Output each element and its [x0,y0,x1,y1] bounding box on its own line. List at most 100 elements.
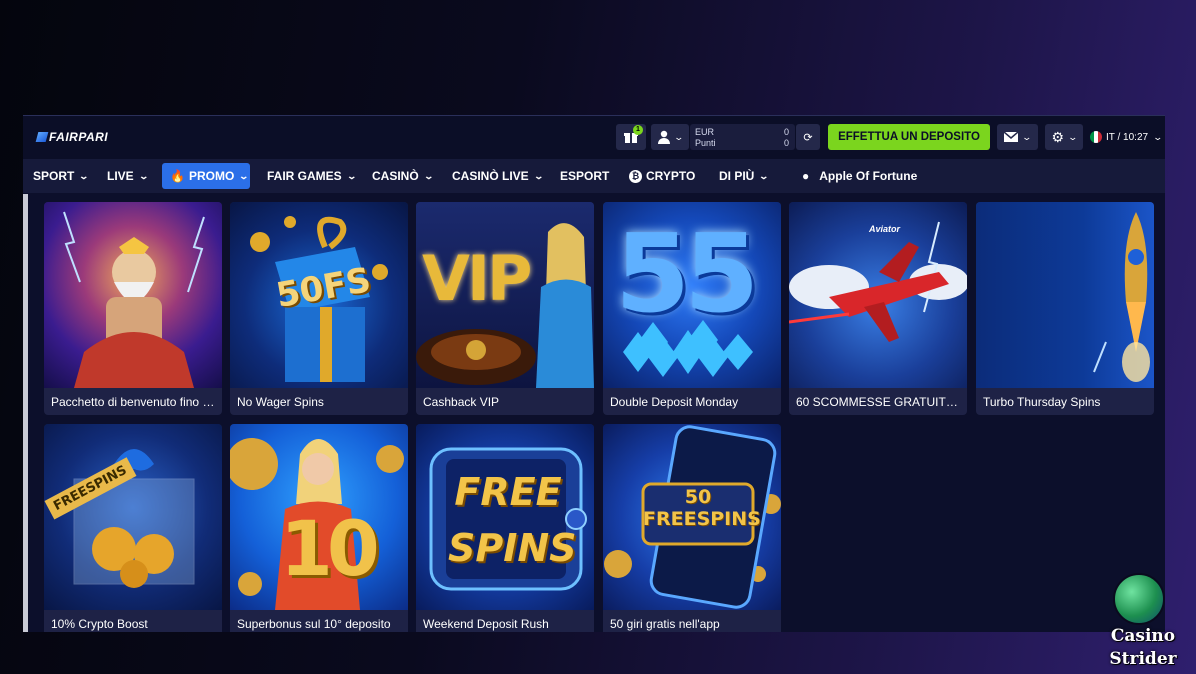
promo-image-app-spins: 50 FREESPINS [603,424,781,610]
top-bar: FAIRPARI 1 ⌄ EUR Punti 0 0 ⟳ EFFETTUA UN… [23,116,1165,159]
nav-di-piu[interactable]: DI PIÙ ⌄ [711,163,776,189]
nav-live[interactable]: LIVE ⌄ [99,163,155,189]
settings-button[interactable]: ⚙ ⌄ [1045,124,1083,150]
chevron-down-icon: ⌄ [346,170,357,181]
nav-label: SPORT [33,169,75,183]
fire-icon: 🔥 [170,169,185,183]
chevron-down-icon: ⌄ [238,170,250,181]
logo-mark-icon [35,132,49,142]
gift-badge: 1 [633,125,643,135]
promo-image-vip: VIP [416,202,594,388]
refresh-balance-button[interactable]: ⟳ [796,124,820,150]
chevron-down-icon: ⌄ [78,170,90,181]
user-icon [658,130,671,144]
promo-image-weekend-rush: FREE SPINS [416,424,594,610]
promo-title: 60 SCOMMESSE GRATUITE DI AVIATOR [796,395,961,409]
promo-art-text: VIP [422,242,532,315]
refresh-icon: ⟳ [803,131,813,144]
globe-icon [1113,573,1165,625]
nav-casino[interactable]: CASINÒ ⌄ [364,163,440,189]
language-time-text: IT / 10:27 [1106,131,1149,143]
chevron-down-icon: ⌄ [1067,131,1079,142]
main-nav: SPORT ⌄ LIVE ⌄ 🔥 PROMO ⌄ FAIR GAMES ⌄ CASINÒ ⌄… [23,159,1165,193]
promo-art-text: FREE SPINS [448,470,577,570]
points-label: Punti [695,138,716,148]
points-value: 0 [783,138,789,148]
promo-title: Superbonus sul 10° deposito [237,617,391,631]
logo-text: FAIRPARI [49,130,109,144]
promo-title: Weekend Deposit Rush [423,617,549,631]
envelope-icon [1004,132,1019,142]
promo-image-crypto-boost: FREESPINS [44,424,222,610]
fairpari-logo[interactable]: FAIRPARI [35,130,109,144]
nav-apple-of-fortune[interactable]: ● Apple Of Fortune [790,163,925,189]
nav-label: LIVE [107,169,134,183]
deposit-button[interactable]: EFFETTUA UN DEPOSITO [828,124,990,150]
promo-title: No Wager Spins [237,395,324,409]
nav-label: CRYPTO [646,169,696,183]
nav-label: FAIR GAMES [267,169,342,183]
promo-card[interactable]: Pacchetto di benvenuto fino a 4.000€ + 2… [44,202,222,415]
balance-value: 0 [783,127,789,137]
promo-card[interactable]: FREE SPINS Weekend Deposit Rush [416,424,594,632]
promo-card[interactable]: 55 Double Deposit Monday [603,202,781,415]
nav-label: CASINÒ LIVE [452,169,529,183]
nav-casino-live[interactable]: CASINÒ LIVE ⌄ [444,163,550,189]
nav-label: DI PIÙ [719,169,755,183]
currency-label: EUR [695,127,715,137]
watermark-line1: Casino [1110,626,1176,646]
promo-card[interactable]: 50 FREESPINS 50 giri gratis nell'app [603,424,781,632]
promo-art-text: 55 [615,212,759,337]
language-time-selector[interactable]: IT / 10:27 ⌄ [1090,124,1165,150]
chevron-down-icon: ⌄ [1152,131,1164,142]
nav-label: CASINÒ [372,169,419,183]
promo-title: Pacchetto di benvenuto fino a 4.000€ + 2… [51,395,216,409]
chevron-down-icon: ⌄ [138,170,149,181]
promo-card[interactable]: 50FS No Wager Spins [230,202,408,415]
gift-button[interactable]: 1 [616,124,646,150]
promo-image-welcome [44,202,222,388]
scroll-edge [23,194,28,632]
promo-card[interactable]: 10 Superbonus sul 10° deposito [230,424,408,632]
promo-card[interactable]: Aviator 60 SCOMMESSE GRATUITE DI AVIATOR [789,202,967,415]
rocket-illustration [1093,212,1150,382]
italy-flag-icon [1090,131,1102,143]
chevron-down-icon: ⌄ [533,170,544,181]
apple-glyph-icon: ● [802,169,810,183]
promo-title: 50 giri gratis nell'app [610,617,720,631]
chevron-down-icon: ⌄ [1021,131,1033,142]
promo-image-superbonus: 10 [230,424,408,610]
gear-icon: ⚙ [1051,128,1064,145]
promo-art-text: Aviator [869,224,901,234]
account-balance: EUR Punti 0 0 [690,124,795,150]
crypto-box-illustration [73,449,195,588]
browser-frame: FAIRPARI 1 ⌄ EUR Punti 0 0 ⟳ EFFETTUA UN… [23,115,1165,632]
promo-title: Turbo Thursday Spins [983,395,1101,409]
nav-crypto[interactable]: ₿ CRYPTO [621,163,703,189]
user-menu-button[interactable]: ⌄ [651,124,689,150]
promo-art-text: 50 FREESPINS [643,486,761,530]
promo-image-turbo-thursday [976,202,1154,388]
promo-grid: Pacchetto di benvenuto fino a 4.000€ + 2… [23,194,1165,632]
promo-art-text: 10 [280,504,380,593]
casino-strider-watermark: Casino Strider [1098,572,1188,672]
nav-promo[interactable]: 🔥 PROMO ⌄ [162,163,250,189]
messages-button[interactable]: ⌄ [997,124,1038,150]
nav-sport[interactable]: SPORT ⌄ [25,163,96,189]
promo-card[interactable]: FREESPINS 10% Crypto Boost [44,424,222,632]
nav-label: ESPORT [560,169,610,183]
chevron-down-icon: ⌄ [758,170,770,181]
promo-image-double-deposit: 55 [603,202,781,388]
promo-image-aviator: Aviator [789,202,967,388]
promo-title: Double Deposit Monday [610,395,739,409]
chevron-down-icon: ⌄ [673,131,685,142]
nav-fair-games[interactable]: FAIR GAMES ⌄ [259,163,363,189]
promo-title: Cashback VIP [423,395,500,409]
promo-card[interactable]: Turbo Thursday Spins [976,202,1154,415]
bitcoin-icon: ₿ [629,169,642,183]
promo-card[interactable]: VIP Cashback VIP [416,202,594,415]
nav-esport[interactable]: ESPORT [552,163,617,189]
watermark-line2: Strider [1109,649,1177,669]
chevron-down-icon: ⌄ [423,170,434,181]
nav-label: PROMO [188,169,235,183]
